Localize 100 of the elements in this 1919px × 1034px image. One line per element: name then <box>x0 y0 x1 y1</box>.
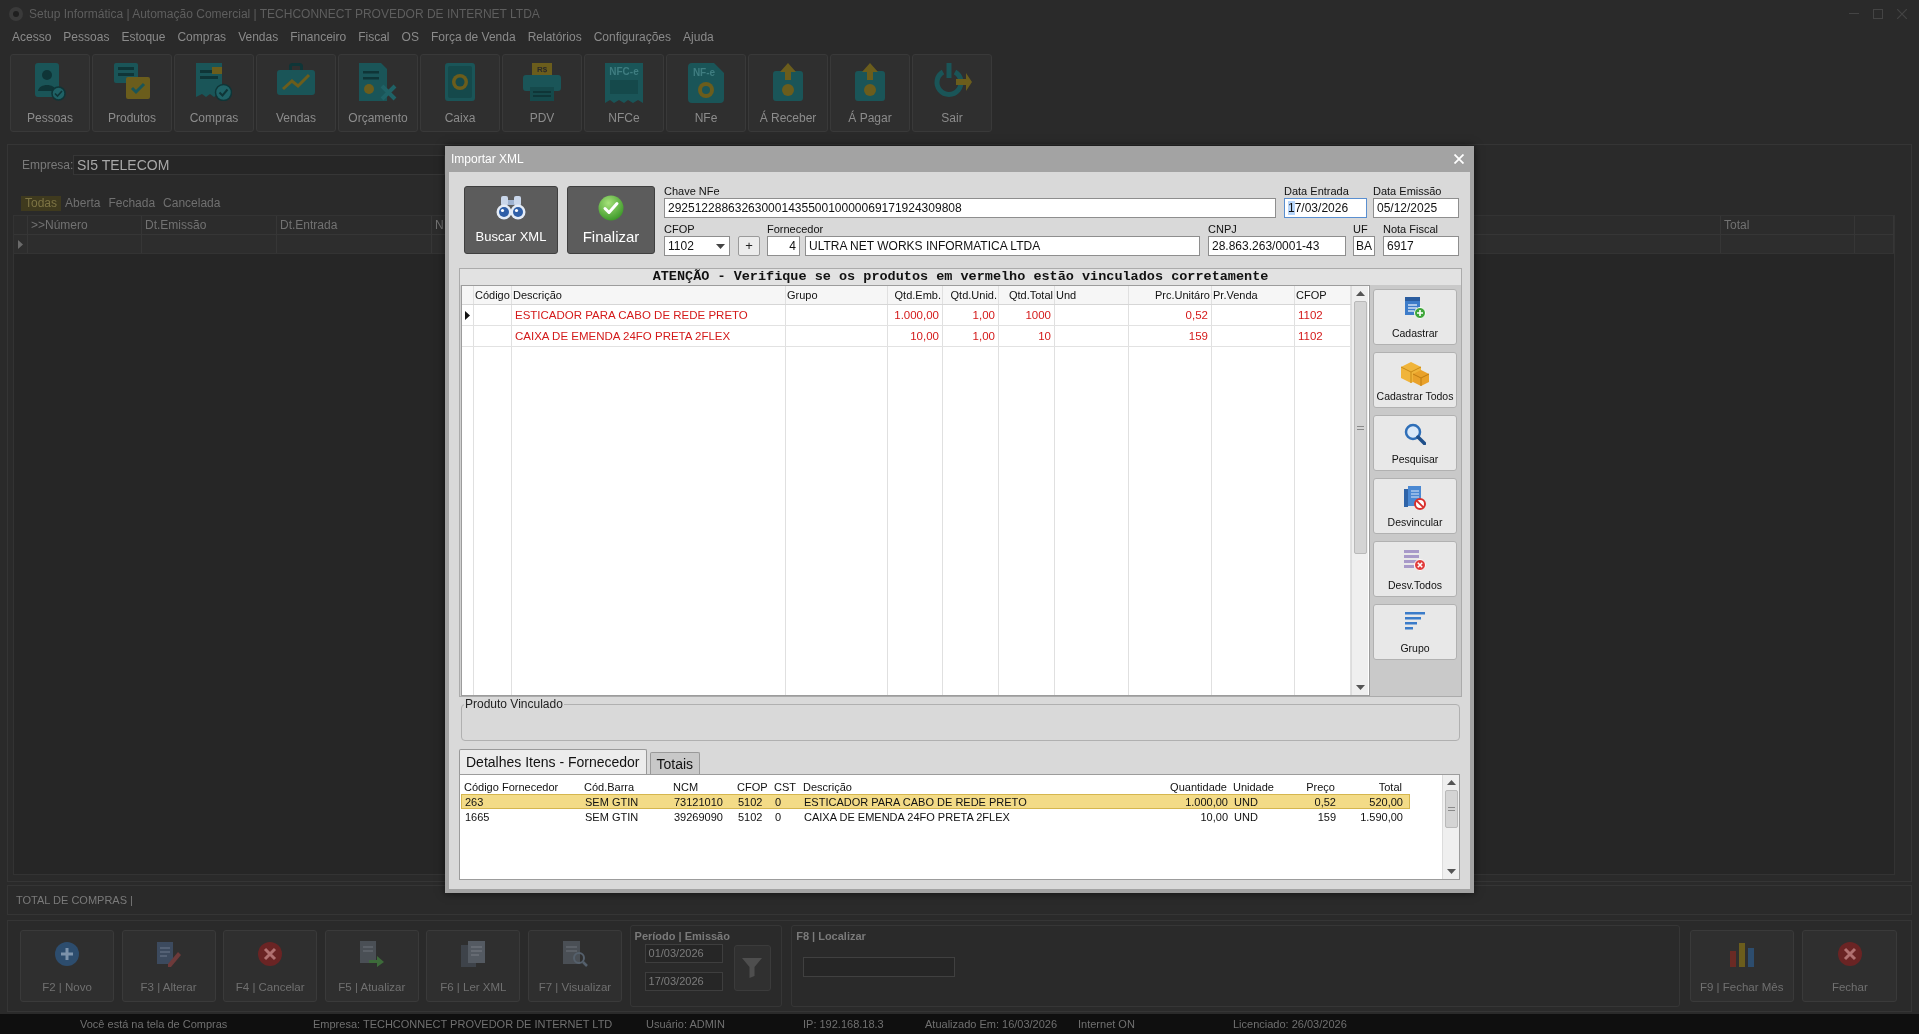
column-header[interactable]: Qtd.Emb. <box>894 289 941 301</box>
binoculars-icon <box>496 196 526 220</box>
scroll-down-icon[interactable] <box>1446 869 1456 874</box>
total-label: TOTAL DE COMPRAS | <box>16 894 133 906</box>
status-text: Licenciado: 26/03/2026 <box>1233 1018 1348 1030</box>
table-cell: 10,00 <box>1200 810 1228 823</box>
menu-item[interactable]: Relatórios <box>521 29 588 44</box>
menu-item[interactable]: OS <box>395 29 425 44</box>
menu-item[interactable]: Ajuda <box>677 29 720 44</box>
input-field[interactable]: 29251228863263000143550010000069171924309808 <box>664 198 1276 218</box>
input-field[interactable]: 6917 <box>1383 236 1459 256</box>
input-field[interactable]: ULTRA NET WORKS INFORMATICA LTDA <box>805 236 1200 256</box>
menu-item[interactable]: Estoque <box>115 29 172 44</box>
column-header[interactable]: NCM <box>673 780 699 793</box>
table-row[interactable]: 263 SEM GTIN 73121010 5102 0 ESTICADOR PARA CABO DE REDE PRETO 1.000,00 UND 0,52 520,00 <box>461 794 1410 809</box>
table-cell: 0,52 <box>1185 309 1208 321</box>
scroll-down-icon[interactable] <box>1355 685 1365 690</box>
close-icon[interactable] <box>1897 8 1907 19</box>
column-header[interactable]: Unidade <box>1233 780 1274 793</box>
column-header[interactable]: CST <box>774 780 796 793</box>
column-header[interactable]: Total <box>1378 780 1402 793</box>
input-field[interactable]: 28.863.263/0001-43 <box>1208 236 1346 256</box>
cancel-icon <box>1836 941 1863 967</box>
toolbar-button[interactable]: Vendas <box>256 54 336 132</box>
column-header[interactable]: Quantidade <box>1170 780 1227 793</box>
menu-item[interactable]: Acesso <box>6 29 58 44</box>
input-field[interactable]: 05/12/2025 <box>1373 198 1459 218</box>
toolbar-button[interactable]: Caixa <box>420 54 500 132</box>
column-header[interactable]: Prc.Unitáro <box>1154 289 1210 301</box>
menu-item[interactable]: Pessoas <box>57 29 116 44</box>
toolbar-button[interactable]: Sair <box>912 54 992 132</box>
column-header[interactable]: Grupo <box>787 289 818 301</box>
menu-item[interactable]: Fiscal <box>352 29 396 44</box>
tab[interactable]: Totais <box>649 752 701 774</box>
table-cell: 159 <box>1317 810 1336 823</box>
date-field[interactable]: 01/03/2026 <box>644 944 723 963</box>
date-field[interactable]: 17/03/2026 <box>644 972 723 991</box>
menu-item[interactable]: Compras <box>171 29 233 44</box>
toolbar-button[interactable]: Á Receber <box>748 54 828 132</box>
menu-item[interactable]: Força de Venda <box>424 29 522 44</box>
table-cell: 1,00 <box>972 309 995 321</box>
document-x-icon <box>359 63 397 101</box>
dialog-action-button[interactable]: Buscar XML <box>464 186 558 254</box>
filter-button[interactable] <box>733 944 771 991</box>
column-header[interactable]: CFOP <box>737 780 768 793</box>
table-cell: 0 <box>775 810 782 823</box>
table-row[interactable]: 1665 SEM GTIN 39269090 5102 0 CAIXA DE EMENDA 24FO PRETA 2FLEX 10,00 UND 159 1.590,00 <box>461 809 1410 824</box>
boxes-icon <box>1400 360 1430 386</box>
side-button[interactable]: Grupo <box>1373 604 1457 660</box>
side-button[interactable]: Desv.Todos <box>1373 541 1457 597</box>
column-header[interactable]: Pr.Venda <box>1213 289 1258 301</box>
menu-item[interactable]: Vendas <box>232 29 285 44</box>
search-field[interactable] <box>803 957 956 977</box>
scrollbar[interactable] <box>1351 286 1368 695</box>
toolbar-button[interactable]: Á Pagar <box>830 54 910 132</box>
column-header[interactable]: Qtd.Unid. <box>950 289 997 301</box>
toolbar-button[interactable]: Orçamento <box>338 54 418 132</box>
add-button[interactable]: + <box>738 236 760 256</box>
side-button[interactable]: Desvincular <box>1373 478 1457 534</box>
power-arrow-icon <box>932 63 972 98</box>
table-cell: CAIXA DE EMENDA 24FO PRETA 2FLEX <box>515 330 731 342</box>
menu-item[interactable]: Configurações <box>587 29 678 44</box>
side-button[interactable]: Cadastrar <box>1373 289 1457 345</box>
toolbar-button[interactable]: R$ PDV <box>502 54 582 132</box>
table-cell: 0,52 <box>1314 795 1336 808</box>
toolbar-button[interactable]: Pessoas <box>10 54 90 132</box>
column-header[interactable]: Cód.Barra <box>584 780 635 793</box>
scrollbar[interactable] <box>1442 775 1459 879</box>
cancel-icon <box>257 941 284 967</box>
input-field[interactable]: BA <box>1353 236 1375 256</box>
maximize-icon[interactable] <box>1873 8 1883 19</box>
tab[interactable]: Detalhes Itens - Fornecedor <box>459 749 647 774</box>
dialog-title: Importar XML <box>451 152 524 166</box>
menu-item[interactable]: Financeiro <box>284 29 353 44</box>
column-header[interactable]: Descrição <box>803 780 852 793</box>
dialog-action-button[interactable]: Finalizar <box>567 186 655 254</box>
group-label: F8 | Localizar <box>796 930 867 942</box>
column-header[interactable]: Und <box>1056 289 1077 301</box>
company-field[interactable]: SI5 TELECOM <box>73 155 445 175</box>
column-header[interactable]: Preço <box>1306 780 1335 793</box>
table-cell: SEM GTIN <box>585 795 639 808</box>
scroll-thumb[interactable] <box>1353 301 1367 554</box>
side-button[interactable]: Pesquisar <box>1373 415 1457 471</box>
toolbar-button[interactable]: Produtos <box>92 54 172 132</box>
input-field[interactable]: 17/03/2026 <box>1284 198 1367 218</box>
column-header[interactable]: Código Fornecedor <box>464 780 559 793</box>
document-search-icon <box>561 941 588 967</box>
document-pencil-icon <box>155 941 182 967</box>
cfop-dropdown[interactable]: 1102 <box>664 236 730 256</box>
status-text: Atualizado Em: 16/03/2026 <box>925 1018 1059 1030</box>
side-button[interactable]: Cadastrar Todos <box>1373 352 1457 408</box>
column-header[interactable]: Qtd.Total <box>1008 289 1053 301</box>
column-header[interactable]: Descrição <box>513 289 562 301</box>
scroll-up-icon[interactable] <box>1446 780 1456 785</box>
column-header[interactable]: CFOP <box>1296 289 1327 301</box>
input-field[interactable]: 4 <box>767 236 800 256</box>
scroll-thumb[interactable] <box>1444 790 1458 828</box>
scroll-up-icon[interactable] <box>1355 291 1365 296</box>
toolbar-button[interactable]: Compras <box>174 54 254 132</box>
column-header[interactable]: Código <box>475 289 510 301</box>
